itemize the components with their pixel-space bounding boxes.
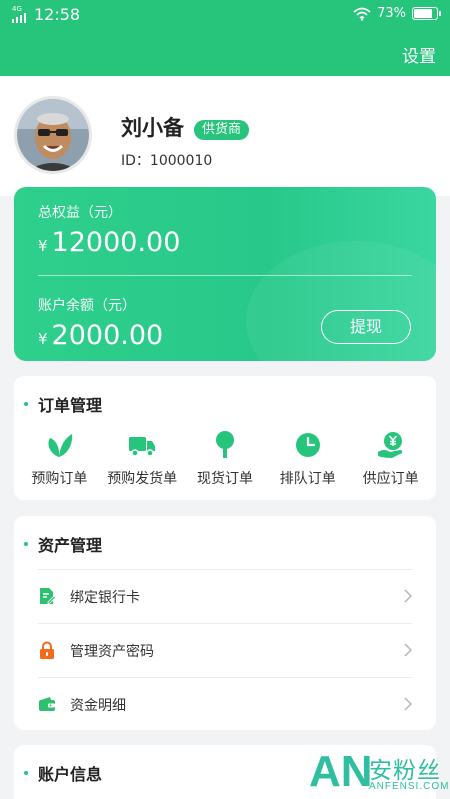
withdraw-button[interactable]: 提现	[321, 310, 411, 344]
profile-section: 刘小备 供货商 ID：1000010	[0, 76, 450, 196]
section-title: 账户信息	[38, 765, 103, 784]
signal-icon: 4G	[12, 4, 30, 23]
chevron-right-icon	[404, 697, 412, 711]
balance-value: 2000.00	[51, 320, 164, 351]
asset-management-card: 资产管理 绑定银行卡 管理资产密码 资金明细	[14, 516, 436, 730]
order-item-spot[interactable]: 现货订单	[185, 430, 265, 488]
wallet-card: 总权益（元） ¥12000.00 账户余额（元） ¥2000.00 提现	[14, 187, 436, 361]
list-item-label: 管理资产密码	[70, 644, 154, 660]
total-equity-amount: ¥12000.00	[38, 227, 180, 258]
role-badge: 供货商	[194, 120, 250, 140]
watermark-logo: AN 安粉丝 ANFENSI.COM	[309, 747, 450, 799]
currency-symbol: ¥	[38, 237, 48, 255]
total-equity-label: 总权益（元）	[38, 205, 122, 221]
order-item-supply[interactable]: 供应订单	[351, 430, 431, 488]
avatar[interactable]	[14, 96, 92, 174]
chevron-right-icon	[404, 589, 412, 603]
order-item-label: 排队订单	[279, 471, 336, 487]
clock-icon	[293, 430, 323, 460]
wifi-icon	[353, 7, 371, 21]
wallet-icon	[39, 697, 55, 711]
order-item-preorder[interactable]: 预购订单	[19, 430, 99, 488]
order-management-card: 订单管理 预购订单 预购发货单 现货订单 排队订单 供应订单	[14, 376, 436, 500]
list-item-fund-details[interactable]: 资金明细	[38, 677, 412, 731]
order-item-label: 供应订单	[362, 471, 419, 487]
order-item-preorder-shipping[interactable]: 预购发货单	[102, 430, 182, 488]
settings-button[interactable]: 设置	[402, 42, 436, 67]
list-item-asset-password[interactable]: 管理资产密码	[38, 623, 412, 677]
order-item-label: 现货订单	[196, 471, 253, 487]
status-time: 12:58	[34, 5, 81, 24]
user-id: ID：1000010	[121, 153, 213, 169]
lock-icon	[40, 641, 54, 659]
watermark-brand-en: ANFENSI.COM	[369, 781, 450, 792]
total-equity-value: 12000.00	[51, 227, 181, 258]
yen-hand-icon	[376, 430, 406, 460]
tree-icon	[210, 430, 240, 460]
status-bar: 4G 12:58 73%	[0, 0, 450, 30]
leaf-icon	[44, 430, 74, 460]
list-item-label: 资金明细	[70, 698, 126, 714]
balance-label: 账户余额（元）	[38, 298, 136, 314]
watermark-an: AN	[309, 747, 373, 796]
battery-icon	[412, 7, 441, 20]
truck-icon	[127, 430, 157, 460]
network-type: 4G	[12, 4, 22, 13]
watermark-brand-cn: 安粉丝	[369, 758, 441, 784]
order-item-label: 预购发货单	[107, 471, 178, 487]
section-title: 订单管理	[38, 396, 103, 415]
divider	[38, 275, 412, 276]
order-item-label: 预购订单	[31, 471, 88, 487]
section-title: 资产管理	[38, 536, 103, 555]
list-item-label: 绑定银行卡	[70, 590, 140, 606]
order-item-queue[interactable]: 排队订单	[268, 430, 348, 488]
battery-percent: 73%	[377, 6, 406, 21]
document-edit-icon	[40, 588, 56, 604]
balance-amount: ¥2000.00	[38, 320, 163, 351]
chevron-right-icon	[404, 643, 412, 657]
currency-symbol: ¥	[38, 330, 48, 348]
user-name: 刘小备	[121, 116, 184, 140]
app-header: 设置	[0, 30, 450, 76]
list-item-bind-bank-card[interactable]: 绑定银行卡	[38, 569, 412, 623]
